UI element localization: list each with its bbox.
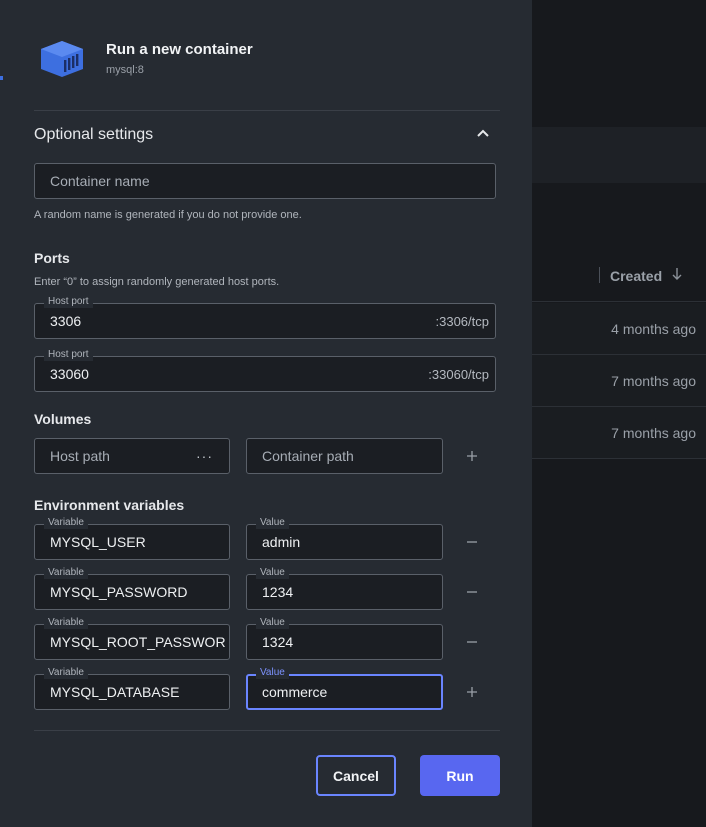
container-path-input[interactable]: Container path (246, 438, 443, 474)
value-label: Value (256, 617, 289, 629)
volumes-title: Volumes (34, 411, 92, 427)
host-port-field[interactable]: Host port 3306 :3306/tcp (34, 296, 496, 339)
sort-down-icon[interactable] (671, 267, 683, 281)
value-value: 1234 (262, 584, 294, 600)
value-label: Value (256, 567, 289, 579)
variable-value: MYSQL_ROOT_PASSWOR (50, 634, 226, 650)
ports-helper: Enter “0” to assign randomly generated h… (34, 276, 280, 288)
background-toolbar (532, 127, 706, 183)
value-label: Value (256, 517, 289, 529)
dialog-title: Run a new container (106, 41, 253, 58)
container-port-suffix: :33060/tcp (428, 367, 489, 382)
add-volume-plus-icon[interactable] (465, 449, 479, 463)
row-created: 7 months ago (611, 373, 696, 389)
host-port-field[interactable]: Host port 33060 :33060/tcp (34, 349, 496, 392)
table-header: Created (532, 258, 706, 302)
env-value-field[interactable]: Value 1324 (246, 617, 443, 660)
env-value-field[interactable]: Value 1234 (246, 567, 443, 610)
container-cube-icon (41, 41, 83, 77)
variable-label: Variable (44, 567, 88, 579)
image-name: mysql:8 (106, 64, 144, 76)
env-title: Environment variables (34, 497, 185, 513)
host-port-label: Host port (44, 349, 93, 361)
env-value-field[interactable]: Value admin (246, 517, 443, 560)
cancel-button[interactable]: Cancel (316, 755, 396, 796)
remove-env-minus-icon[interactable] (465, 535, 479, 549)
variable-value: MYSQL_DATABASE (50, 684, 180, 700)
variable-label: Variable (44, 617, 88, 629)
remove-env-minus-icon[interactable] (465, 585, 479, 599)
host-path-input[interactable]: Host path ··· (34, 438, 230, 474)
variable-label: Variable (44, 517, 88, 529)
host-path-placeholder: Host path (50, 448, 110, 464)
host-port-label: Host port (44, 296, 93, 308)
container-name-placeholder: Container name (50, 173, 150, 189)
value-value: 1324 (262, 634, 294, 650)
env-variable-field[interactable]: Variable MYSQL_DATABASE (34, 667, 230, 710)
add-env-plus-icon[interactable] (465, 685, 479, 699)
divider (34, 110, 500, 111)
run-container-dialog: Run a new container mysql:8 Optional set… (0, 0, 532, 827)
column-created[interactable]: Created (610, 268, 662, 284)
table-row[interactable]: 4 months ago (532, 303, 706, 355)
row-created: 4 months ago (611, 321, 696, 337)
optional-settings-title[interactable]: Optional settings (34, 126, 153, 144)
container-port-suffix: :3306/tcp (435, 314, 490, 329)
container-path-placeholder: Container path (262, 448, 354, 464)
ports-title: Ports (34, 250, 70, 266)
env-variable-field[interactable]: Variable MYSQL_PASSWORD (34, 567, 230, 610)
table-row[interactable]: 7 months ago (532, 355, 706, 407)
table-row[interactable]: 7 months ago (532, 407, 706, 459)
browse-more-icon[interactable]: ··· (196, 448, 213, 464)
env-variable-field[interactable]: Variable MYSQL_USER (34, 517, 230, 560)
row-created: 7 months ago (611, 425, 696, 441)
column-separator (599, 267, 600, 283)
chevron-up-icon[interactable] (476, 128, 490, 138)
edge-marker (0, 76, 3, 80)
host-port-value: 33060 (50, 366, 89, 382)
env-value-field-focused[interactable]: Value commerce (246, 667, 443, 710)
value-value: commerce (262, 684, 328, 700)
container-name-helper: A random name is generated if you do not… (34, 209, 302, 221)
remove-env-minus-icon[interactable] (465, 635, 479, 649)
variable-value: MYSQL_USER (50, 534, 146, 550)
host-port-value: 3306 (50, 313, 82, 329)
divider (34, 730, 500, 731)
value-label: Value (256, 667, 289, 679)
variable-value: MYSQL_PASSWORD (50, 584, 188, 600)
env-variable-field[interactable]: Variable MYSQL_ROOT_PASSWOR (34, 617, 230, 660)
run-button[interactable]: Run (420, 755, 500, 796)
container-name-input[interactable]: Container name (34, 163, 496, 199)
variable-label: Variable (44, 667, 88, 679)
value-value: admin (262, 534, 301, 550)
